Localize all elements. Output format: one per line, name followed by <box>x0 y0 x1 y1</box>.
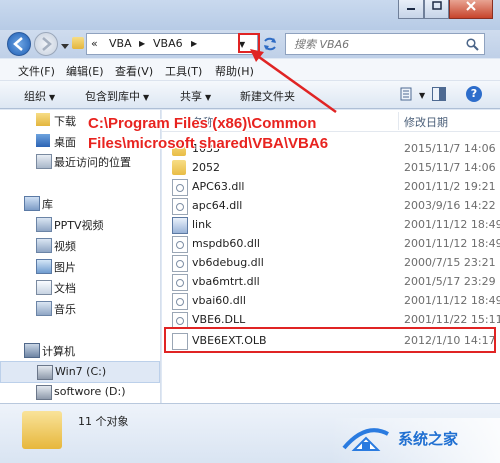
path-annotation: C:\Program Files (x86)\Common Files\micr… <box>88 114 328 154</box>
folder-icon <box>22 411 62 449</box>
annotation-arrow <box>250 49 337 114</box>
object-count: 11 个对象 <box>78 415 129 428</box>
annotation-line-1: C:\Program Files (x86)\Common <box>88 115 317 132</box>
watermark-text: 系统之家 <box>398 430 459 448</box>
annotation-line-2: Files\microsoft shared\VBA\VBA6 <box>88 135 329 152</box>
watermark-logo-icon <box>342 428 389 451</box>
